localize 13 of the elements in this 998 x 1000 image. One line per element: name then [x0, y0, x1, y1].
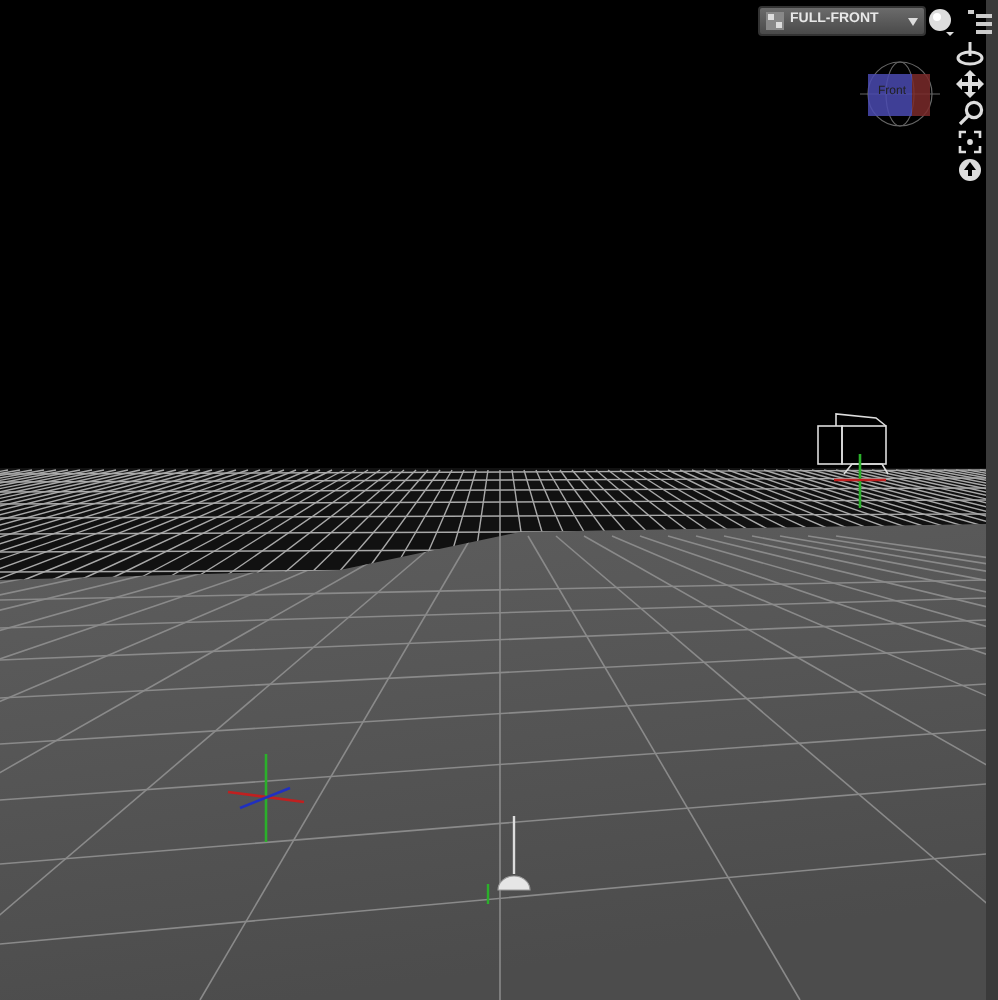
- menu-icon[interactable]: [968, 10, 992, 34]
- orbit-icon[interactable]: [956, 42, 984, 66]
- axis-gizmo-icon: [227, 754, 305, 842]
- frame-icon[interactable]: [958, 130, 982, 154]
- view-cube-icon[interactable]: [859, 61, 941, 127]
- search-icon[interactable]: [958, 100, 984, 126]
- camera-wireframe-icon: [817, 413, 889, 508]
- move-icon[interactable]: [956, 70, 984, 98]
- lighting-sphere-icon[interactable]: [929, 9, 954, 36]
- camera-icon: [766, 12, 784, 30]
- light-origin-icon: [486, 816, 531, 904]
- reset-icon[interactable]: [959, 159, 981, 181]
- caret-icon: [908, 17, 918, 25]
